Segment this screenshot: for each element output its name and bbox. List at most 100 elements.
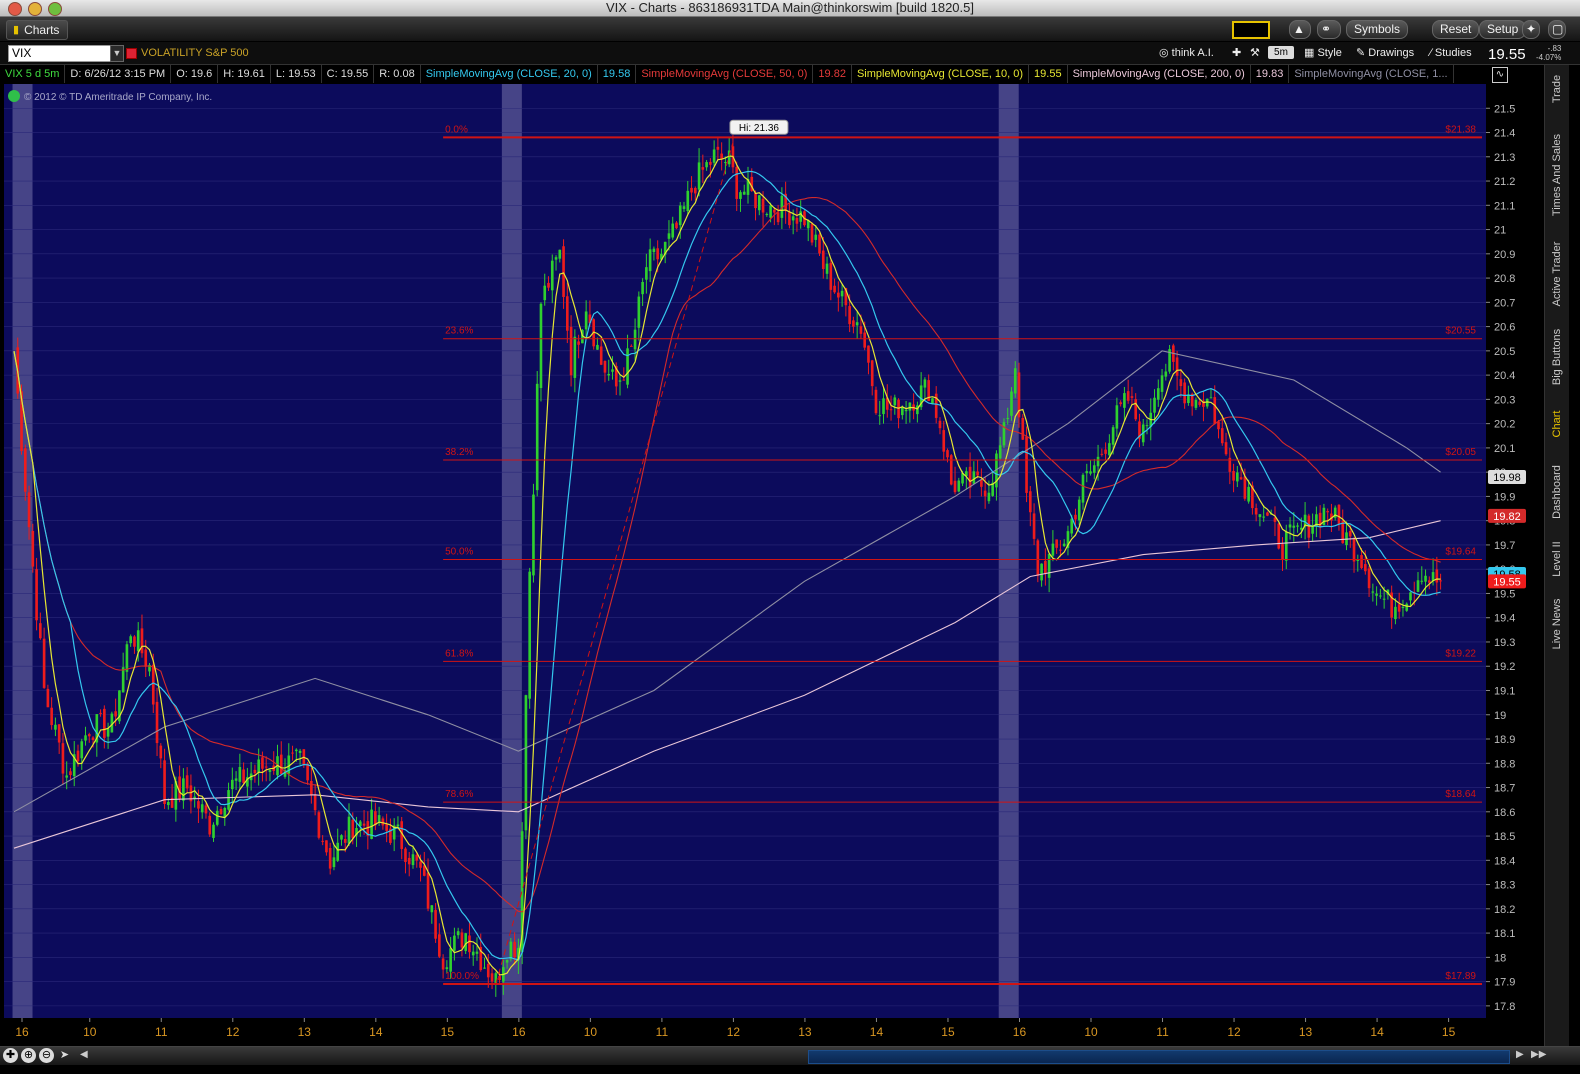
side-tab-dashboard[interactable]: Dashboard: [1545, 457, 1569, 527]
side-tab-live-news[interactable]: Live News: [1545, 593, 1569, 655]
price-tick-label: 21.1: [1494, 200, 1515, 212]
side-tab-times-and-sales[interactable]: Times And Sales: [1545, 125, 1569, 225]
candle-body: [524, 695, 528, 831]
high-marker-label: Hi: 21.36: [739, 123, 779, 134]
side-tab-active-trader[interactable]: Active Trader: [1545, 233, 1569, 315]
session-break-2: [998, 84, 1019, 1018]
candle-body: [1010, 391, 1013, 416]
candle-body: [1092, 465, 1096, 473]
link-color-icon[interactable]: [126, 48, 137, 59]
candle-body: [893, 397, 897, 406]
candle-body: [622, 379, 626, 381]
candle-body: [61, 743, 65, 774]
side-tab-level-ii[interactable]: Level II: [1545, 533, 1569, 585]
candle-body: [475, 951, 479, 954]
price-tick-label: 17.9: [1494, 977, 1515, 989]
zoom-in-icon[interactable]: ⊕: [21, 1048, 36, 1063]
time-tick-label: 15: [941, 1025, 955, 1039]
window-icon[interactable]: ▢: [1548, 20, 1566, 39]
symbols-button[interactable]: Symbols: [1346, 20, 1409, 39]
candle-body: [321, 840, 324, 842]
link-icon[interactable]: ⚭: [1317, 20, 1341, 39]
period-label: VIX 5 d 5m: [0, 65, 66, 83]
time-tick-label: 11: [656, 1025, 669, 1039]
fib-price-label: $18.64: [1445, 789, 1476, 800]
candle-body: [1435, 569, 1439, 583]
candle-body: [1236, 472, 1239, 482]
price-tick-label: 18.9: [1494, 734, 1515, 746]
maximize-chart-icon[interactable]: ∿: [1492, 67, 1508, 83]
candle-body: [468, 935, 471, 953]
candle-body: [54, 724, 57, 730]
side-tab-trade-label: Trade: [1551, 74, 1563, 104]
crosshair-icon[interactable]: ✚: [1228, 45, 1245, 61]
candle-body: [268, 770, 272, 772]
sma-extra-study[interactable]: SimpleMovingAvg (CLOSE, 1...: [1289, 65, 1454, 83]
drawings-button[interactable]: ✎ Drawings: [1352, 45, 1418, 61]
candle-body: [332, 857, 336, 868]
sma10-study[interactable]: SimpleMovingAvg (CLOSE, 10, 0): [852, 65, 1030, 83]
candle-body: [761, 198, 765, 213]
candle-body: [1427, 580, 1431, 583]
bar-range: R: 0.08: [374, 65, 421, 83]
candle-body: [742, 191, 746, 195]
session-break-1: [501, 84, 522, 1018]
sma50-study[interactable]: SimpleMovingAvg (CLOSE, 50, 0): [636, 65, 814, 83]
drawings-icon: ✎: [1356, 47, 1369, 59]
price-chart[interactable]: 0.0% $21.38 23.6% $20.55 38.2% $20.05 50.0% $19…: [0, 84, 1544, 1046]
bottom-strip: [0, 1065, 1580, 1074]
pointer-icon[interactable]: ➤: [57, 1048, 72, 1063]
scroll-right-icon[interactable]: ▶: [1516, 1049, 1524, 1060]
candle-body: [1100, 453, 1104, 455]
pin-icon[interactable]: ✦: [1522, 20, 1540, 39]
side-tab-chart[interactable]: Chart: [1545, 401, 1569, 447]
time-scrollbar-thumb[interactable]: [808, 1050, 1510, 1064]
candle-body: [57, 724, 61, 743]
candle-body: [1062, 543, 1066, 547]
candle-body: [611, 369, 614, 372]
candle-body: [1032, 513, 1036, 539]
studies-button[interactable]: ∕ Studies: [1426, 45, 1476, 61]
candle-body: [543, 285, 547, 301]
sma200-study[interactable]: SimpleMovingAvg (CLOSE, 200, 0): [1068, 65, 1251, 83]
wrench-icon[interactable]: ⚒: [1246, 45, 1264, 61]
candle-body: [814, 234, 818, 240]
side-tab-times-and-sales-label: Times And Sales: [1551, 133, 1563, 217]
alert-icon[interactable]: ▲: [1289, 20, 1311, 39]
price-change: -.83 -4.07%: [1536, 44, 1561, 62]
symbol-dropdown-icon[interactable]: ▼: [110, 45, 124, 62]
candle-body: [599, 346, 603, 365]
candle-body: [1145, 425, 1149, 427]
order-box[interactable]: [1232, 21, 1270, 39]
candle-body: [411, 854, 415, 866]
reset-button[interactable]: Reset: [1432, 20, 1480, 39]
candle-body: [449, 948, 452, 972]
scroll-left-icon[interactable]: ◀: [80, 1049, 88, 1060]
side-tab-trade[interactable]: Trade: [1545, 65, 1569, 113]
think-ai-icon: ◎: [1159, 47, 1172, 59]
price-tick-label: 20.2: [1494, 419, 1515, 431]
setup-button[interactable]: Setup: [1479, 20, 1527, 39]
scroll-end-icon[interactable]: ▶▶: [1531, 1049, 1546, 1060]
candle-body: [855, 322, 859, 326]
pan-icon[interactable]: ✚: [3, 1048, 18, 1063]
candle-body: [377, 815, 381, 822]
timeframe-button[interactable]: 5m: [1268, 46, 1294, 59]
candle-body: [889, 409, 893, 411]
side-tab-big-buttons[interactable]: Big Buttons: [1545, 323, 1569, 391]
candle-body: [39, 623, 42, 639]
sma200-label: SimpleMovingAvg (CLOSE, 200, 0): [1072, 68, 1245, 80]
time-tick-label: 15: [1442, 1025, 1456, 1039]
sma20-study[interactable]: SimpleMovingAvg (CLOSE, 20, 0): [421, 65, 598, 83]
candle-body: [667, 233, 671, 239]
fib-price-label: $20.55: [1445, 326, 1476, 337]
think-ai-button[interactable]: ◎ think A.I.: [1155, 45, 1218, 61]
candle-body: [716, 146, 720, 150]
candle-body: [1055, 539, 1058, 548]
candle-body: [904, 409, 908, 412]
symbol-input[interactable]: VIX: [8, 45, 113, 62]
style-button[interactable]: ▦ Style: [1300, 45, 1346, 61]
charts-tab[interactable]: ▮ Charts: [6, 20, 69, 40]
candle-body: [486, 963, 490, 978]
zoom-out-icon[interactable]: ⊖: [39, 1048, 54, 1063]
